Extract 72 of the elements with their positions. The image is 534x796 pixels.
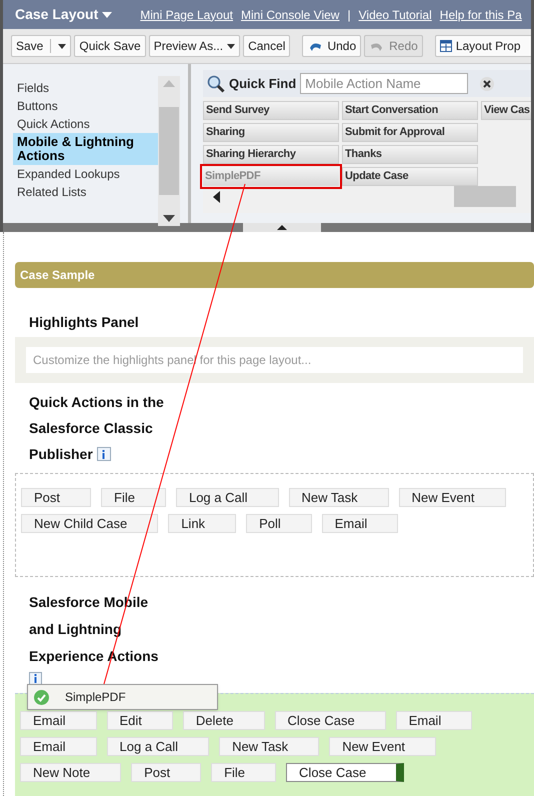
palette-item[interactable]: View Cas <box>481 101 531 120</box>
category-item[interactable]: Mobile & Lightning Actions <box>13 133 158 165</box>
header-link[interactable]: Help for this Pa <box>440 6 522 24</box>
palette-item[interactable]: Sharing <box>203 123 339 142</box>
action-chip[interactable]: Post <box>131 763 202 782</box>
toolbar-button[interactable]: Save <box>11 35 72 57</box>
caret-icon <box>227 44 236 48</box>
action-chip[interactable]: New Event <box>329 737 436 756</box>
palette-item[interactable]: Update Case <box>342 167 478 186</box>
header-link[interactable]: Mini Page Layout <box>140 6 233 24</box>
action-chip[interactable]: Log a Call <box>106 737 210 756</box>
action-chip[interactable]: Email <box>20 711 97 730</box>
quick-find-label: Quick Find <box>229 74 296 93</box>
action-chip[interactable]: File <box>101 488 166 507</box>
category-item[interactable]: Fields <box>13 79 158 97</box>
action-chip[interactable]: Edit <box>106 711 173 730</box>
palette-item[interactable]: Sharing Hierarchy <box>203 145 339 164</box>
palette-item[interactable]: Thanks <box>342 145 478 164</box>
toolbar-button[interactable]: Cancel <box>243 35 290 57</box>
toolbar-button[interactable]: Preview As... <box>148 35 240 57</box>
section-title: Publisher <box>29 445 93 464</box>
palette-item[interactable]: Start Conversation <box>342 101 478 120</box>
action-chip[interactable]: New Event <box>398 488 506 507</box>
checkmark-icon <box>34 690 49 704</box>
action-chip[interactable]: Log a Call <box>176 488 279 507</box>
caret-up-icon <box>277 225 287 230</box>
header-link[interactable]: Mini Console View <box>240 6 340 24</box>
category-item[interactable]: Expanded Lookups <box>13 165 158 183</box>
palette-item[interactable]: Submit for Approval <box>342 123 478 142</box>
section-title: Quick Actions in the <box>29 393 164 412</box>
action-chip[interactable]: File <box>211 763 276 782</box>
toolbar-button[interactable]: Quick Save <box>74 35 146 57</box>
drag-label: SimplePDF <box>65 689 126 706</box>
action-chip[interactable]: New Task <box>219 737 320 756</box>
action-chip[interactable]: Email <box>20 737 97 756</box>
clear-button[interactable] <box>480 76 494 90</box>
action-chip[interactable]: Poll <box>246 514 312 533</box>
category-item[interactable]: Quick Actions <box>13 115 158 133</box>
action-chip[interactable]: Close Case <box>274 711 386 730</box>
action-chip[interactable]: New Child Case <box>21 514 158 533</box>
toolbar-button[interactable]: Layout Prop <box>434 35 531 57</box>
info-icon[interactable] <box>29 672 42 685</box>
scrollbar[interactable] <box>158 76 180 226</box>
category-item[interactable]: Buttons <box>13 97 158 115</box>
action-chip[interactable]: Close Case <box>286 763 404 782</box>
scroll-left-icon[interactable] <box>213 190 220 202</box>
action-chip[interactable]: Link <box>168 514 236 533</box>
action-chip[interactable]: New Task <box>288 488 389 507</box>
link-separator: | <box>347 6 351 24</box>
section-title: Salesforce Classic <box>29 419 153 438</box>
splitter-handle[interactable] <box>243 223 321 232</box>
drag-preview[interactable]: SimplePDF <box>27 684 218 710</box>
action-chip[interactable]: Email <box>396 711 472 730</box>
scroll-thumb[interactable] <box>159 107 179 195</box>
palette-item[interactable]: Send Survey <box>203 101 339 120</box>
action-chip[interactable]: Post <box>21 488 92 507</box>
info-icon[interactable] <box>96 447 111 461</box>
layout-title[interactable]: Case Layout <box>15 4 112 25</box>
horizontal-scroll-thumb[interactable] <box>454 186 516 207</box>
action-chip[interactable]: New Note <box>20 763 122 782</box>
caret-icon <box>102 12 112 18</box>
table-icon <box>440 40 452 52</box>
header-link[interactable]: Video Tutorial <box>358 6 432 24</box>
close-icon <box>483 80 492 88</box>
action-chip[interactable]: Email <box>322 514 398 533</box>
search-icon <box>207 74 225 92</box>
caret-icon <box>58 44 66 48</box>
category-item[interactable]: Related Lists <box>13 183 158 201</box>
highlights-title: Highlights Panel <box>29 313 140 332</box>
quick-find-field[interactable]: Mobile Action Name <box>300 73 468 94</box>
toolbar-button[interactable]: Undo <box>302 35 362 57</box>
action-chip[interactable]: Delete <box>182 711 264 730</box>
